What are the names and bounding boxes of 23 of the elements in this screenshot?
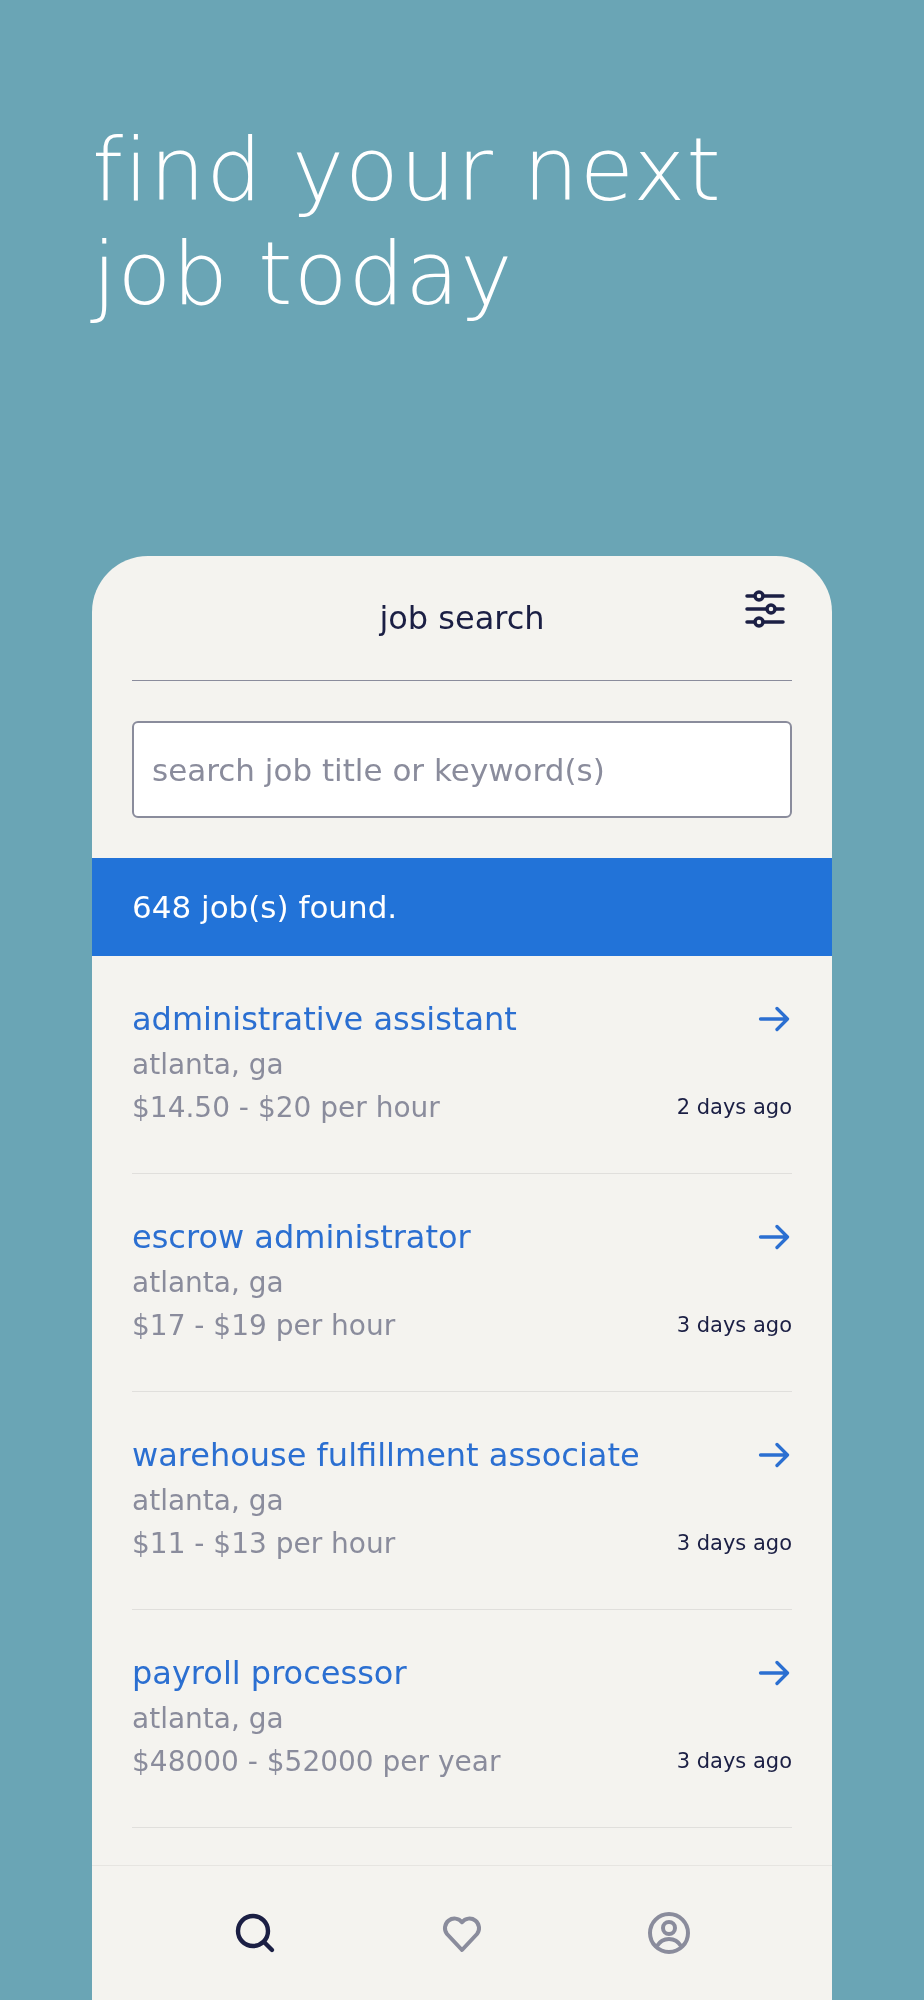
posted-date: 2 days ago: [676, 1095, 792, 1119]
headline: job today: [92, 222, 515, 326]
job-pay: $48000 - $52000 per year: [132, 1744, 502, 1778]
posted-date: 3 days ago: [676, 1531, 792, 1555]
posted-date: 3 days ago: [676, 1313, 792, 1337]
job-location: atlanta, ga: [132, 1265, 285, 1299]
results-banner: 648 job(s) found.: [92, 858, 832, 956]
job-location: atlanta, ga: [132, 1701, 285, 1735]
filter-button[interactable]: [744, 588, 786, 630]
posted-date: 3 days ago: [676, 1749, 792, 1773]
job-title[interactable]: warehouse fulfillment associate: [132, 1435, 677, 1474]
job-pay: $17 - $19 per hour: [132, 1308, 397, 1342]
job-title[interactable]: administrative assistant: [132, 999, 677, 1038]
job-pay: $14.50 - $20 per hour: [132, 1090, 441, 1124]
job-location: atlanta, ga: [132, 1483, 285, 1517]
job-location: atlanta, ga: [132, 1047, 285, 1081]
search-field[interactable]: search job title or keyword(s): [132, 721, 792, 818]
screen-title: job search: [379, 599, 545, 637]
job-title[interactable]: escrow administrator: [132, 1217, 677, 1256]
headline: find your next: [92, 118, 723, 222]
job-pay: $11 - $13 per hour: [132, 1526, 397, 1560]
sliders-icon: [745, 590, 785, 628]
job-title[interactable]: payroll processor: [132, 1653, 677, 1692]
